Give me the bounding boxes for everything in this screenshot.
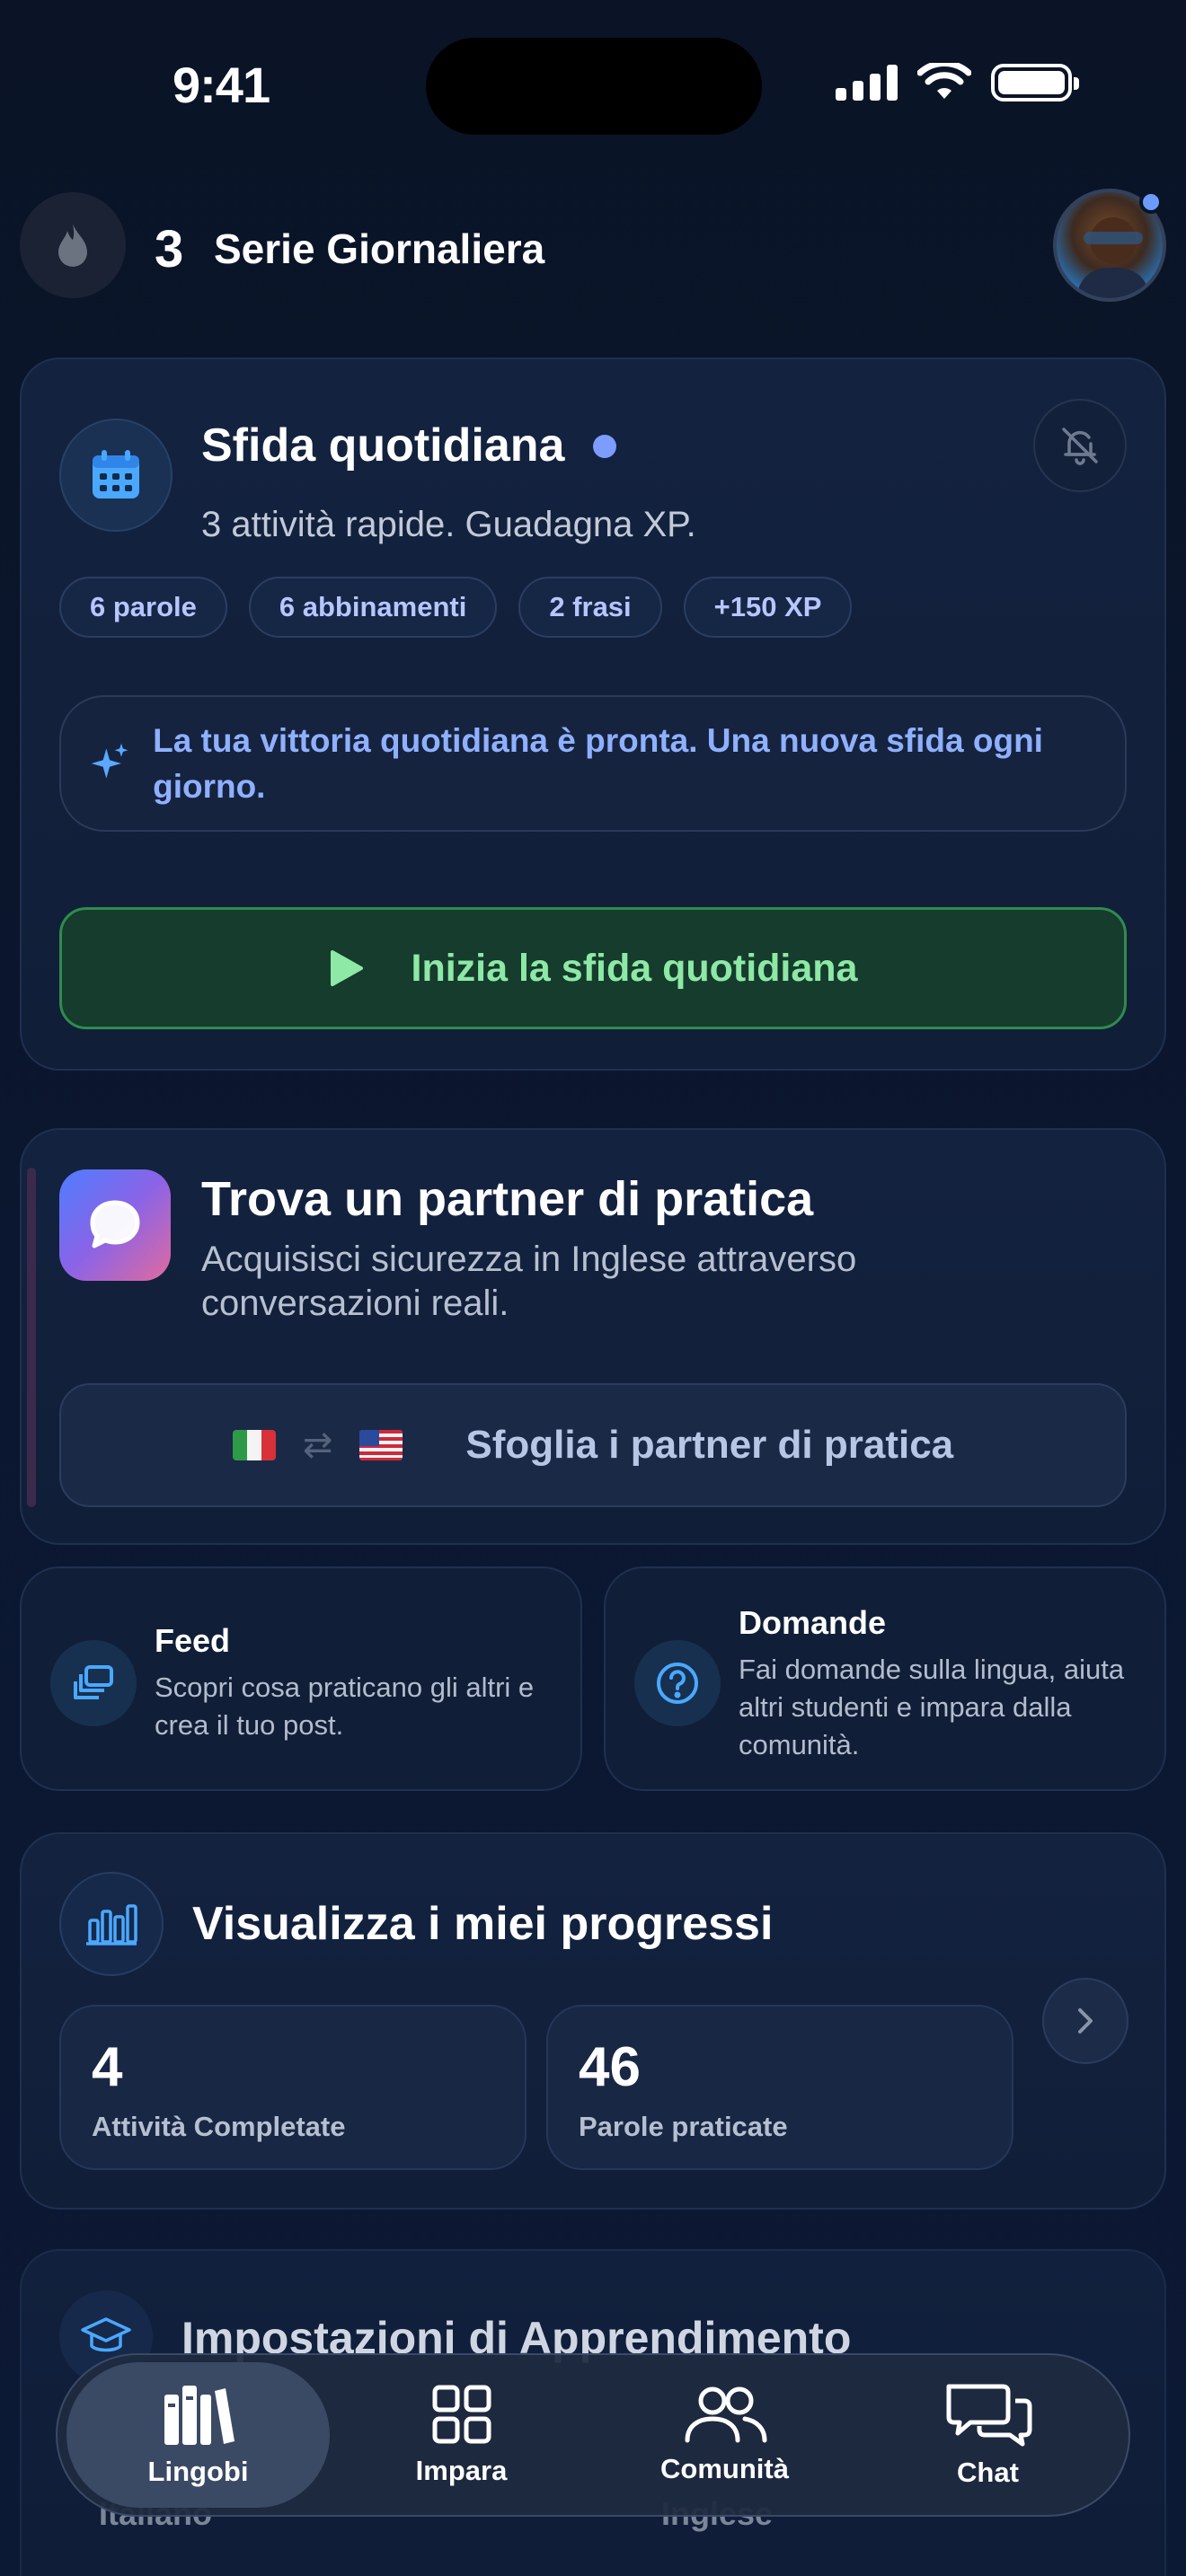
challenge-subtitle: 3 attività rapide. Guadagna XP. [201,505,696,544]
questions-title: Domande [739,1604,887,1641]
tab-chat-label: Chat [957,2457,1019,2488]
battery-icon [991,64,1079,101]
browse-partners-label: Sfoglia i partner di pratica [465,1423,954,1467]
feed-text: Scopri cosa praticano gli altri e crea i… [155,1672,535,1741]
tab-impara[interactable]: Impara [330,2362,593,2508]
progress-title: Visualizza i miei progressi [192,1898,774,1950]
people-icon [685,2386,766,2443]
streak-label: Serie Giornaliera [214,225,545,272]
questions-text: Fai domande sulla lingua, aiuta altri st… [739,1654,1125,1760]
tab-lingobi-label: Lingobi [147,2456,249,2487]
stat-words-value: 46 [579,2036,641,2098]
grid-icon [432,2385,491,2444]
feed-icon [50,1640,137,1726]
tab-impara-label: Impara [415,2455,508,2486]
tab-chat[interactable]: Chat [856,2362,1120,2508]
progress-arrow-button[interactable] [1042,1978,1128,2064]
bar-chart-icon [59,1872,164,1976]
streak-count: 3 [155,220,184,278]
tab-lingobi[interactable]: Lingobi [66,2362,330,2508]
status-time: 9:41 [173,57,270,113]
feed-title: Feed [155,1622,231,1659]
tab-bar: Lingobi Impara Comunità Chat [56,2353,1130,2517]
wifi-icon [917,63,971,99]
notification-dot [1139,190,1163,214]
browse-partners-button[interactable]: ⇄ Sfoglia i partner di pratica [59,1383,1127,1507]
challenge-title: Sfida quotidiana [201,419,565,472]
status-icons [836,63,1079,102]
questions-card[interactable]: Domande Fai domande sulla lingua, aiuta … [604,1566,1166,1791]
bell-off-icon [1062,428,1098,465]
chat-icon [946,2384,1031,2447]
chip-words: 6 parole [59,577,227,638]
streak-flame-button[interactable] [20,192,126,298]
stat-activities: 4 Attività Completate [59,2005,527,2170]
usa-flag-icon [359,1430,403,1460]
italy-flag-icon [232,1430,276,1460]
stat-words: 46 Parole praticate [546,2005,1013,2170]
books-icon [164,2386,235,2445]
stat-words-label: Parole praticate [579,2111,788,2142]
chevron-right-icon [1078,2008,1093,2033]
start-challenge-label: Inizia la sfida quotidiana [411,946,858,990]
stat-activities-value: 4 [92,2036,123,2098]
partner-subtitle: Acquisisci sicurezza in Inglese attraver… [201,1239,857,1323]
sparkle-icon [91,743,128,779]
calendar-icon [59,419,173,532]
partner-accent-bar [27,1168,36,1507]
signal-icon [836,65,898,101]
question-icon [634,1640,721,1726]
notifications-off-button[interactable] [1033,399,1127,492]
challenge-chips: 6 parole 6 abbinamenti 2 frasi +150 XP [59,577,853,638]
swap-icon: ⇄ [302,1425,333,1465]
partner-title: Trova un partner di pratica [201,1172,814,1226]
challenge-status-dot [593,435,616,458]
flame-icon [58,224,87,267]
challenge-info-box: La tua vittoria quotidiana è pronta. Una… [59,695,1127,832]
challenge-info-text: La tua vittoria quotidiana è pronta. Una… [153,722,1043,805]
dynamic-island [426,38,762,135]
tab-comunita-label: Comunità [660,2453,789,2484]
tab-comunita[interactable]: Comunità [593,2362,856,2508]
chip-matches: 6 abbinamenti [248,577,498,638]
chip-sentences: 2 frasi [518,577,662,638]
start-challenge-button[interactable]: Inizia la sfida quotidiana [59,907,1127,1029]
feed-card[interactable]: Feed Scopri cosa praticano gli altri e c… [20,1566,582,1791]
play-icon [330,950,363,986]
chip-xp: +150 XP [683,577,853,638]
stat-activities-label: Attività Completate [92,2111,346,2142]
chat-bubble-icon [59,1169,171,1281]
